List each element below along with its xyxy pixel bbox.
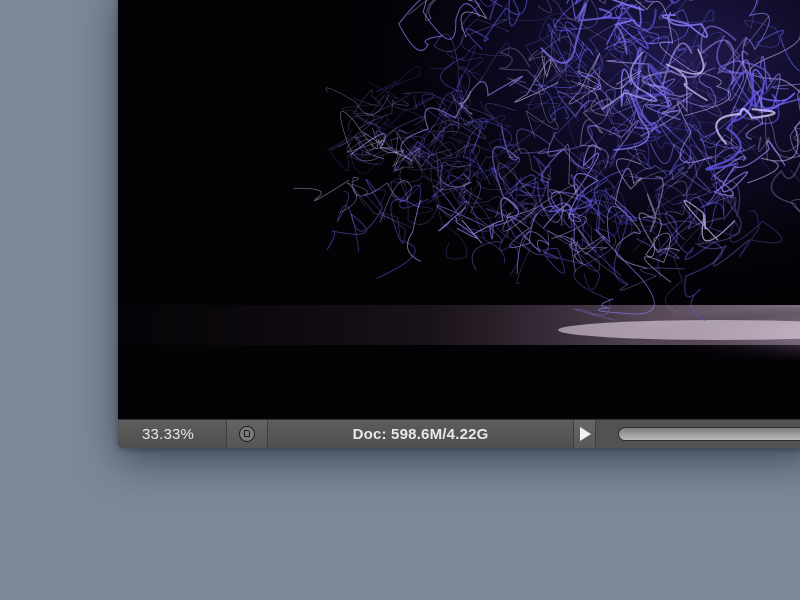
document-size-info[interactable]: Doc: 598.6M/4.22G [268,420,574,448]
horizontal-scrollbar[interactable] [618,427,800,441]
status-menu-button[interactable] [573,420,596,448]
image-canvas[interactable] [118,0,800,419]
play-triangle-icon [579,427,591,441]
document-info-icon [239,426,256,442]
document-window: 33.33% Doc: 598.6M/4.22G [118,0,800,448]
zoom-level-value: 33.33% [142,425,195,443]
status-bar: 33.33% Doc: 598.6M/4.22G [118,419,800,448]
document-size-label: Doc: 598.6M/4.22G [352,425,489,443]
light-painting-artwork [118,0,800,419]
document-info-button[interactable] [226,420,269,448]
zoom-level-field[interactable]: 33.33% [118,420,227,448]
horizontal-scroll-area [596,420,800,448]
